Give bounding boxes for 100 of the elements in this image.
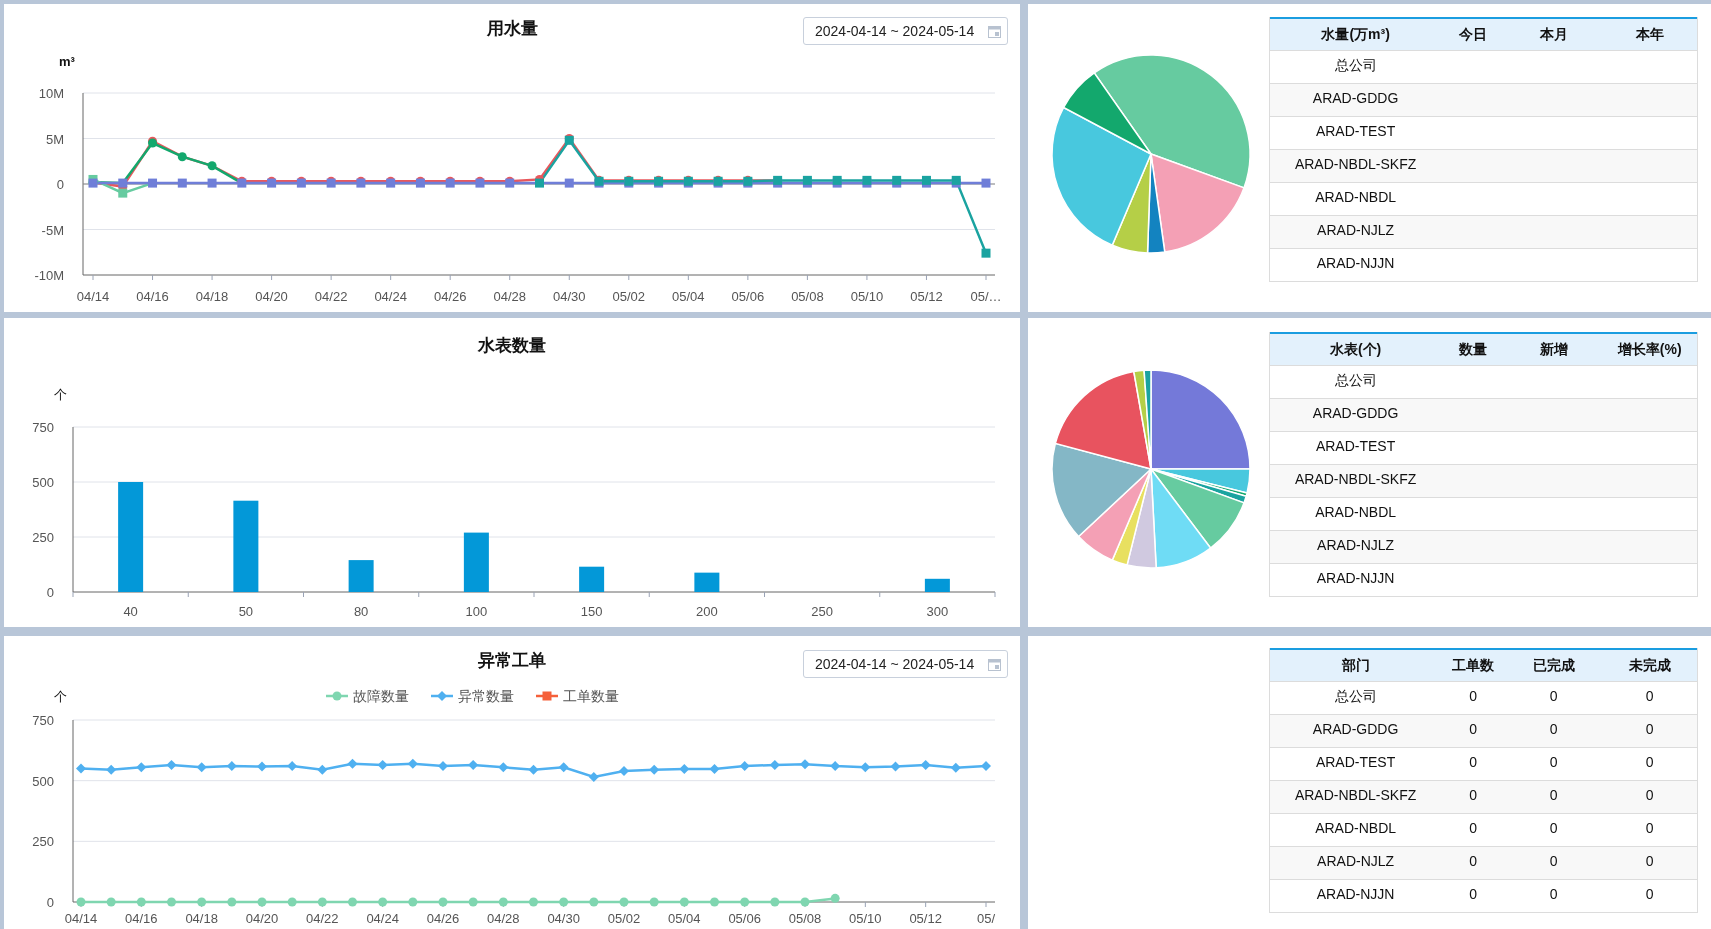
data-point-marker: [830, 761, 841, 772]
data-point-marker: [227, 897, 237, 907]
column-header: 未完成: [1627, 656, 1672, 675]
axis-label: 0: [56, 177, 64, 192]
axis-label: 300: [926, 604, 949, 619]
data-point-marker: [207, 161, 217, 171]
axis-label: 04/20: [255, 289, 288, 304]
data-point-marker: [408, 897, 418, 907]
chart-title: 异常工单: [478, 650, 546, 672]
legend-label[interactable]: 工单数量: [563, 688, 619, 704]
data-point-marker: [118, 178, 128, 188]
calendar-icon: [988, 657, 1001, 671]
axis-label: 750: [32, 713, 54, 728]
table-cell-text: 0: [1548, 720, 1559, 739]
data-point-marker: [559, 897, 569, 907]
data-point-marker: [438, 897, 448, 907]
data-point-marker: [207, 178, 217, 188]
data-point-marker: [196, 762, 207, 773]
data-point-marker: [347, 758, 358, 769]
column-header: 数量: [1458, 340, 1489, 359]
data-point-marker: [769, 759, 780, 770]
table-cell-text: 0: [1468, 885, 1478, 904]
axis-label: 80: [353, 604, 369, 619]
table-cell-text: 总公司: [1333, 687, 1378, 706]
table-cell-text: 0: [1644, 720, 1655, 739]
data-point-marker: [981, 178, 991, 188]
legend-label[interactable]: 故障数量: [353, 688, 409, 704]
data-point-marker: [950, 762, 961, 773]
column-header: 部门: [1340, 656, 1371, 675]
table-cell-text: ARAD-NJLZ: [1316, 852, 1396, 871]
data-point-marker: [468, 897, 478, 907]
table-cell-text: ARAD-NBDL: [1314, 819, 1398, 838]
data-point-marker: [148, 178, 158, 188]
axis-label: 05/06: [731, 289, 765, 304]
column-header: 新增: [1538, 340, 1569, 359]
table-cell-text: ARAD-NJJN: [1315, 885, 1396, 904]
axis-label: 250: [32, 530, 54, 545]
axis-label: 05/04: [672, 289, 705, 304]
data-point-marker: [800, 759, 810, 770]
axis-label: 04/26: [433, 289, 467, 304]
data-point-marker: [257, 897, 267, 907]
bar: [924, 578, 950, 592]
table-cell-text: 0: [1548, 819, 1559, 838]
data-point-marker: [177, 152, 187, 162]
axis-label: 04/14: [76, 289, 110, 304]
data-point-marker: [739, 761, 750, 772]
axis-label: 200: [696, 604, 718, 619]
axis-label: 5M: [45, 131, 64, 147]
axis-label: 04/30: [553, 289, 586, 304]
axis-label: 40: [123, 604, 138, 619]
data-point-marker: [348, 897, 357, 907]
axis-label: -5M: [41, 222, 64, 238]
table-cell-text: ARAD-NJLZ: [1316, 221, 1396, 240]
table-cell-text: 0: [1644, 786, 1655, 805]
axis-label: 10M: [38, 86, 64, 101]
axis-label: 750: [32, 420, 54, 435]
date-range-picker[interactable]: 2024-04-14 ~ 2024-05-14: [803, 17, 1008, 45]
axis-label: 04/20: [245, 911, 279, 926]
table-cell-text: 0: [1468, 852, 1478, 871]
data-point-marker: [136, 762, 147, 773]
data-point-marker: [88, 178, 98, 188]
data-point-marker: [287, 897, 297, 907]
axis-label: 05/10: [850, 289, 884, 304]
axis-label: 04/24: [374, 289, 407, 304]
axis-label: 100: [465, 604, 488, 619]
table-cell-text: ARAD-NBDL: [1314, 188, 1398, 207]
data-point-marker: [649, 897, 659, 907]
table-cell-text: 0: [1468, 786, 1478, 805]
axis-label: 250: [811, 604, 833, 619]
bar: [348, 560, 374, 592]
data-point-marker: [981, 761, 991, 772]
axis-label: 250: [32, 834, 54, 850]
axis-label: 0: [46, 895, 54, 910]
axis-label: 500: [32, 773, 54, 789]
data-point-marker: [287, 761, 298, 772]
table-cell-text: ARAD-NJLZ: [1316, 536, 1396, 555]
data-point-marker: [710, 897, 719, 907]
date-range-picker[interactable]: 2024-04-14 ~ 2024-05-14: [803, 650, 1008, 678]
data-point-marker: [740, 897, 750, 907]
data-point-marker: [468, 759, 479, 770]
table-cell-text: 0: [1644, 819, 1655, 838]
table-cell-text: 0: [1548, 885, 1559, 904]
data-point-marker: [529, 897, 538, 907]
column-header: 水表(个): [1328, 340, 1383, 359]
data-point-marker: [619, 897, 629, 907]
axis-label: 05/: [976, 911, 996, 926]
axis-label: 05/08: [788, 911, 822, 926]
data-point-marker: [830, 893, 840, 903]
data-point-marker: [981, 248, 991, 258]
column-header: 水量(万m³): [1320, 25, 1391, 44]
table-cell-text: 0: [1468, 753, 1478, 772]
axis-label: 04/24: [366, 911, 399, 926]
data-point-marker: [920, 759, 931, 770]
legend-marker-icon: [326, 691, 348, 701]
data-point-marker: [177, 178, 187, 188]
bar: [463, 532, 489, 592]
data-point-marker: [378, 897, 388, 907]
data-point-marker: [860, 762, 871, 773]
legend-label[interactable]: 异常数量: [458, 688, 514, 704]
axis-unit-label: 个: [54, 689, 67, 704]
